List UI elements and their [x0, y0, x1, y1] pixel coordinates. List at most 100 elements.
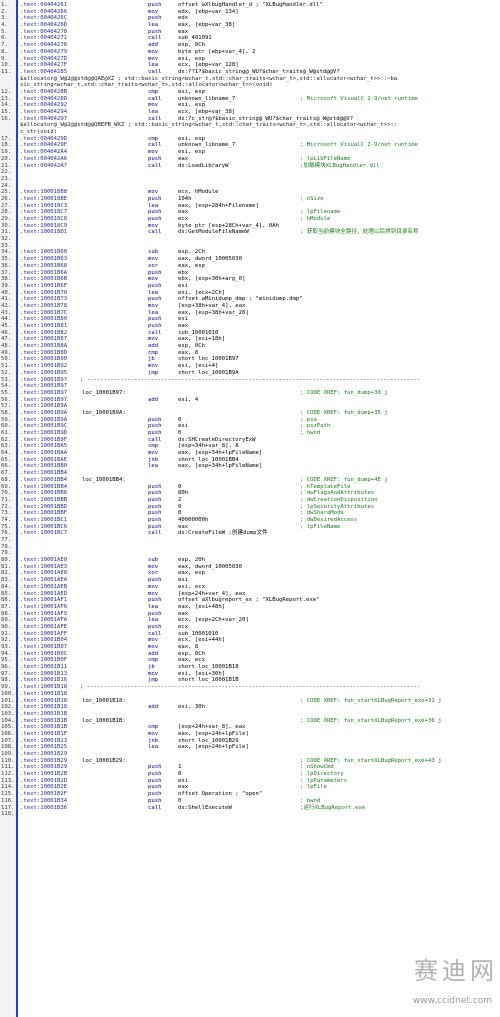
code-line[interactable]: 91. .text:10001AFF call sub_10001010 — [0, 631, 500, 638]
code-line[interactable]: 20. .text:004042A6 push eax ; lpLibFileName — [0, 156, 500, 163]
code-line[interactable]: 3. .text:0040426C push edx — [0, 15, 500, 22]
code-line[interactable]: 99. .text:10001B18 ; ---------------------… — [0, 684, 500, 691]
code-line[interactable]: 66. .text:10001BB0 lea eax, [esp+34h+lpFile… — [0, 463, 500, 470]
code-line[interactable]: 19. .text:004042A4 mov esi, esp — [0, 149, 500, 156]
code-line[interactable]: 78. — [0, 544, 500, 551]
code-line[interactable]: 30. .text:100018C9 mov byte ptr [esp+28Ch+v… — [0, 223, 500, 230]
code-line[interactable]: 76. .text:10001BC7 call ds:CreateFileW ;创建d… — [0, 530, 500, 537]
code-line[interactable]: 118. — [0, 811, 500, 818]
code-line[interactable]: 2. .text:00404266 mov edx, [ebp+var_134] — [0, 9, 500, 16]
code-line[interactable]: 61. .text:10001B9D push 0 ; hwnd — [0, 430, 500, 437]
code-line[interactable]: 50. .text:10001B90 jb short loc_10001B97 — [0, 356, 500, 363]
code-line[interactable]: 108. .text:10001B25 lea eax, [esp+24h+lpFil… — [0, 744, 500, 751]
code-line[interactable]: 46. .text:10001B82 call sub_10001010 — [0, 330, 500, 337]
code-line[interactable]: $allocator@_W@2@@std@@QAE@XZ ; std::basi… — [0, 76, 500, 83]
code-line[interactable]: 44. .text:10001B80 push esi — [0, 316, 500, 323]
code-line[interactable]: 4. .text:0040426D lea eax, [ebp+var_38] — [0, 22, 500, 29]
code-line[interactable]: 42. .text:10001B78 mov [esp+38h+var_4], eax — [0, 303, 500, 310]
code-line[interactable]: 70. .text:10001BB6 push 80h ; dwFlagsAndAttr… — [0, 490, 500, 497]
code-line[interactable]: 37. .text:10001B6A push ebx — [0, 270, 500, 277]
code-line[interactable]: 1. .text:00404261 push offset aXlbugHandler… — [0, 2, 500, 9]
code-line[interactable]: 68. .text:10001BB4 loc_10001BB4: ; CODE XRE… — [0, 477, 500, 484]
code-line[interactable]: 8. .text:00404279 mov byte ptr [ebp+var_4],… — [0, 49, 500, 56]
code-line[interactable]: 101. .text:10001B18 loc_10001B18: ; CODE XR… — [0, 698, 500, 705]
code-line[interactable]: 102. .text:10001B18 add esi, 30h — [0, 704, 500, 711]
code-line[interactable]: 55. .text:10001B97 loc_10001B97: ; CODE XRE… — [0, 390, 500, 397]
code-line[interactable]: 109. .text:10001B29 — [0, 751, 500, 758]
code-line[interactable]: 23. — [0, 176, 500, 183]
code-line[interactable]: 6. .text:00404271 call sub_401091 — [0, 35, 500, 42]
code-line[interactable]: 31. .text:100018D1 call ds:GetModuleFileNam… — [0, 229, 500, 236]
disassembly-listing[interactable]: 1. .text:00404261 push offset aXlbugHandler… — [0, 2, 500, 818]
code-line[interactable]: 86. .text:10001AF1 push offset aXlbugreport… — [0, 597, 500, 604]
code-line[interactable]: 77. — [0, 537, 500, 544]
code-line[interactable]: 104. .text:10001B1B loc_10001B1B: ; CODE XR… — [0, 718, 500, 725]
code-line[interactable]: 45. .text:10001B81 push eax — [0, 323, 500, 330]
code-line[interactable]: 11. .text:00404285 call ds:??1?$basic_strin… — [0, 69, 500, 76]
code-line[interactable]: 32. — [0, 236, 500, 243]
code-line[interactable]: 15. .text:00404294 lea ecx, [ebp+var_38] — [0, 109, 500, 116]
code-line[interactable]: 79. — [0, 550, 500, 557]
code-line[interactable]: 59. .text:10001B9A push 0 ; psa — [0, 417, 500, 424]
code-line[interactable]: 21. .text:004042A7 call ds:LoadLibraryW ;加载模… — [0, 163, 500, 170]
code-line[interactable]: 7. .text:00404276 add esp, 0Ch — [0, 42, 500, 49]
code-line[interactable]: 113. .text:10001B2D push esi ; lpParameters — [0, 778, 500, 785]
code-line[interactable]: 74. .text:10001BC1 push 40000000h ; dwDesire… — [0, 517, 500, 524]
code-line[interactable]: 107. .text:10001B23 jnb short loc_10001B29 — [0, 738, 500, 745]
code-line[interactable]: 56. .text:10001B97 add esi, 4 — [0, 397, 500, 404]
code-line[interactable]: 54. .text:10001B97 — [0, 383, 500, 390]
code-line[interactable]: 114. .text:10001B2E push eax ; lpFile — [0, 784, 500, 791]
code-line[interactable]: 51. .text:10001B92 mov esi, [esi+4] — [0, 363, 500, 370]
code-line[interactable]: 35. .text:10001B63 mov eax, dword_10005030 — [0, 256, 500, 263]
code-line[interactable]: 97. .text:10001B13 mov esi, [esi+30h] — [0, 671, 500, 678]
code-line[interactable]: 52. .text:10001B95 jmp short loc_10001B9A — [0, 370, 500, 377]
code-line[interactable]: 98. .text:10001B16 jmp short loc_10001B1B — [0, 677, 500, 684]
code-line[interactable]: 26. .text:100018BE push 104h ; nSize — [0, 196, 500, 203]
code-line[interactable]: 62. .text:10001B9F call ds:SHCreateDirector… — [0, 437, 500, 444]
code-line[interactable]: 41. .text:10001B73 push offset aMinidump_dm… — [0, 296, 500, 303]
code-line[interactable]: 22. — [0, 169, 500, 176]
code-line[interactable]: 72. .text:10001BBD push 0 ; lpSecurityAttrib… — [0, 504, 500, 511]
code-line[interactable]: 48. .text:10001B8A add esp, 0Ch — [0, 343, 500, 350]
code-line[interactable]: 81. .text:10001AE3 mov eax, dword_10005030 — [0, 564, 500, 571]
code-line[interactable]: 94. .text:10001B0C add esp, 0Ch — [0, 651, 500, 658]
code-line[interactable]: $allocator@_W@2@@std@@QBEPB_WXZ ; std::b… — [0, 122, 500, 129]
code-line[interactable]: 117. .text:10001B36 call ds:ShellExecuteW ;运… — [0, 805, 500, 812]
code-line[interactable]: c_str(void) — [0, 129, 500, 136]
code-line[interactable]: 27. .text:100018C3 lea eax, [esp+284h+Filen… — [0, 203, 500, 210]
code-line[interactable]: 69. .text:10001BB4 push 0 ; hTemplateFile — [0, 484, 500, 491]
code-line[interactable]: 28. .text:100018C7 push eax ; lpFilename — [0, 209, 500, 216]
code-line[interactable]: 14. .text:00404292 mov esi, esp — [0, 102, 500, 109]
code-line[interactable]: 88. .text:10001AF9 push eax — [0, 611, 500, 618]
code-line[interactable]: 60. .text:10001B9C push esi ; pszPath — [0, 423, 500, 430]
code-line[interactable]: sic_string<wchar_t,std::char_traits<wcha… — [0, 82, 500, 89]
code-line[interactable]: 13. .text:0040428D call unknown_libname_7 ; … — [0, 96, 500, 103]
code-line[interactable]: 115. .text:10001B2F push offset Operation ;… — [0, 791, 500, 798]
code-line[interactable]: 33. — [0, 243, 500, 250]
code-line[interactable]: 24. — [0, 183, 500, 190]
code-line[interactable]: 84. .text:10001AEB mov esi, ecx — [0, 584, 500, 591]
code-line[interactable]: 36. .text:10001B68 xor eax, esp — [0, 263, 500, 270]
code-line[interactable]: 49. .text:10001B8D cmp eax, 8 — [0, 350, 500, 357]
code-line[interactable]: 95. .text:10001B0F cmp eax, ecx — [0, 657, 500, 664]
code-line[interactable]: 82. .text:10001AE8 xor eax, esp — [0, 570, 500, 577]
code-line[interactable]: 89. .text:10001AFA lea ecx, [esp+2Ch+var_20… — [0, 617, 500, 624]
code-line[interactable]: 34. .text:10001B60 sub esp, 2Ch — [0, 249, 500, 256]
code-line[interactable]: 105. .text:10001B1B cmp [esp+24h+var_8], ea… — [0, 724, 500, 731]
code-line[interactable]: 100. .text:10001B18 — [0, 691, 500, 698]
code-line[interactable]: 80. .text:10001AE0 sub esp, 20h — [0, 557, 500, 564]
code-line[interactable]: 10. .text:0040427F lea ecx, [ebp+var_128] — [0, 62, 500, 69]
code-line[interactable]: 65. .text:10001BAE jnb short loc_10001BB4 — [0, 457, 500, 464]
code-line[interactable]: 87. .text:10001AF6 lea eax, [esi+48h] — [0, 604, 500, 611]
code-line[interactable]: 67. .text:10001BB4 — [0, 470, 500, 477]
code-line[interactable]: 25. .text:100018B8 mov ecx, hModule — [0, 189, 500, 196]
code-line[interactable]: 16. .text:00404297 call ds:?c_str@?$basic_s… — [0, 116, 500, 123]
code-line[interactable]: 106. .text:10001B1F mov eax, [esp+24h+lpFil… — [0, 731, 500, 738]
code-line[interactable]: 110. .text:10001B29 loc_10001B29: ; CODE XR… — [0, 758, 500, 765]
code-line[interactable]: 63. .text:10001BA5 cmp [esp+34h+var_8], 8 — [0, 443, 500, 450]
code-line[interactable]: 18. .text:0040429F call unknown_libname_7 ; … — [0, 142, 500, 149]
code-line[interactable]: 40. .text:10001B70 lea esi, [ecx+2Ch] — [0, 290, 500, 297]
code-line[interactable]: 96. .text:10001B11 jb short loc_10001B18 — [0, 664, 500, 671]
code-line[interactable]: 43. .text:10001B7C lea eax, [esp+38h+var_20… — [0, 310, 500, 317]
code-line[interactable]: 93. .text:10001B07 mov eax, 8 — [0, 644, 500, 651]
